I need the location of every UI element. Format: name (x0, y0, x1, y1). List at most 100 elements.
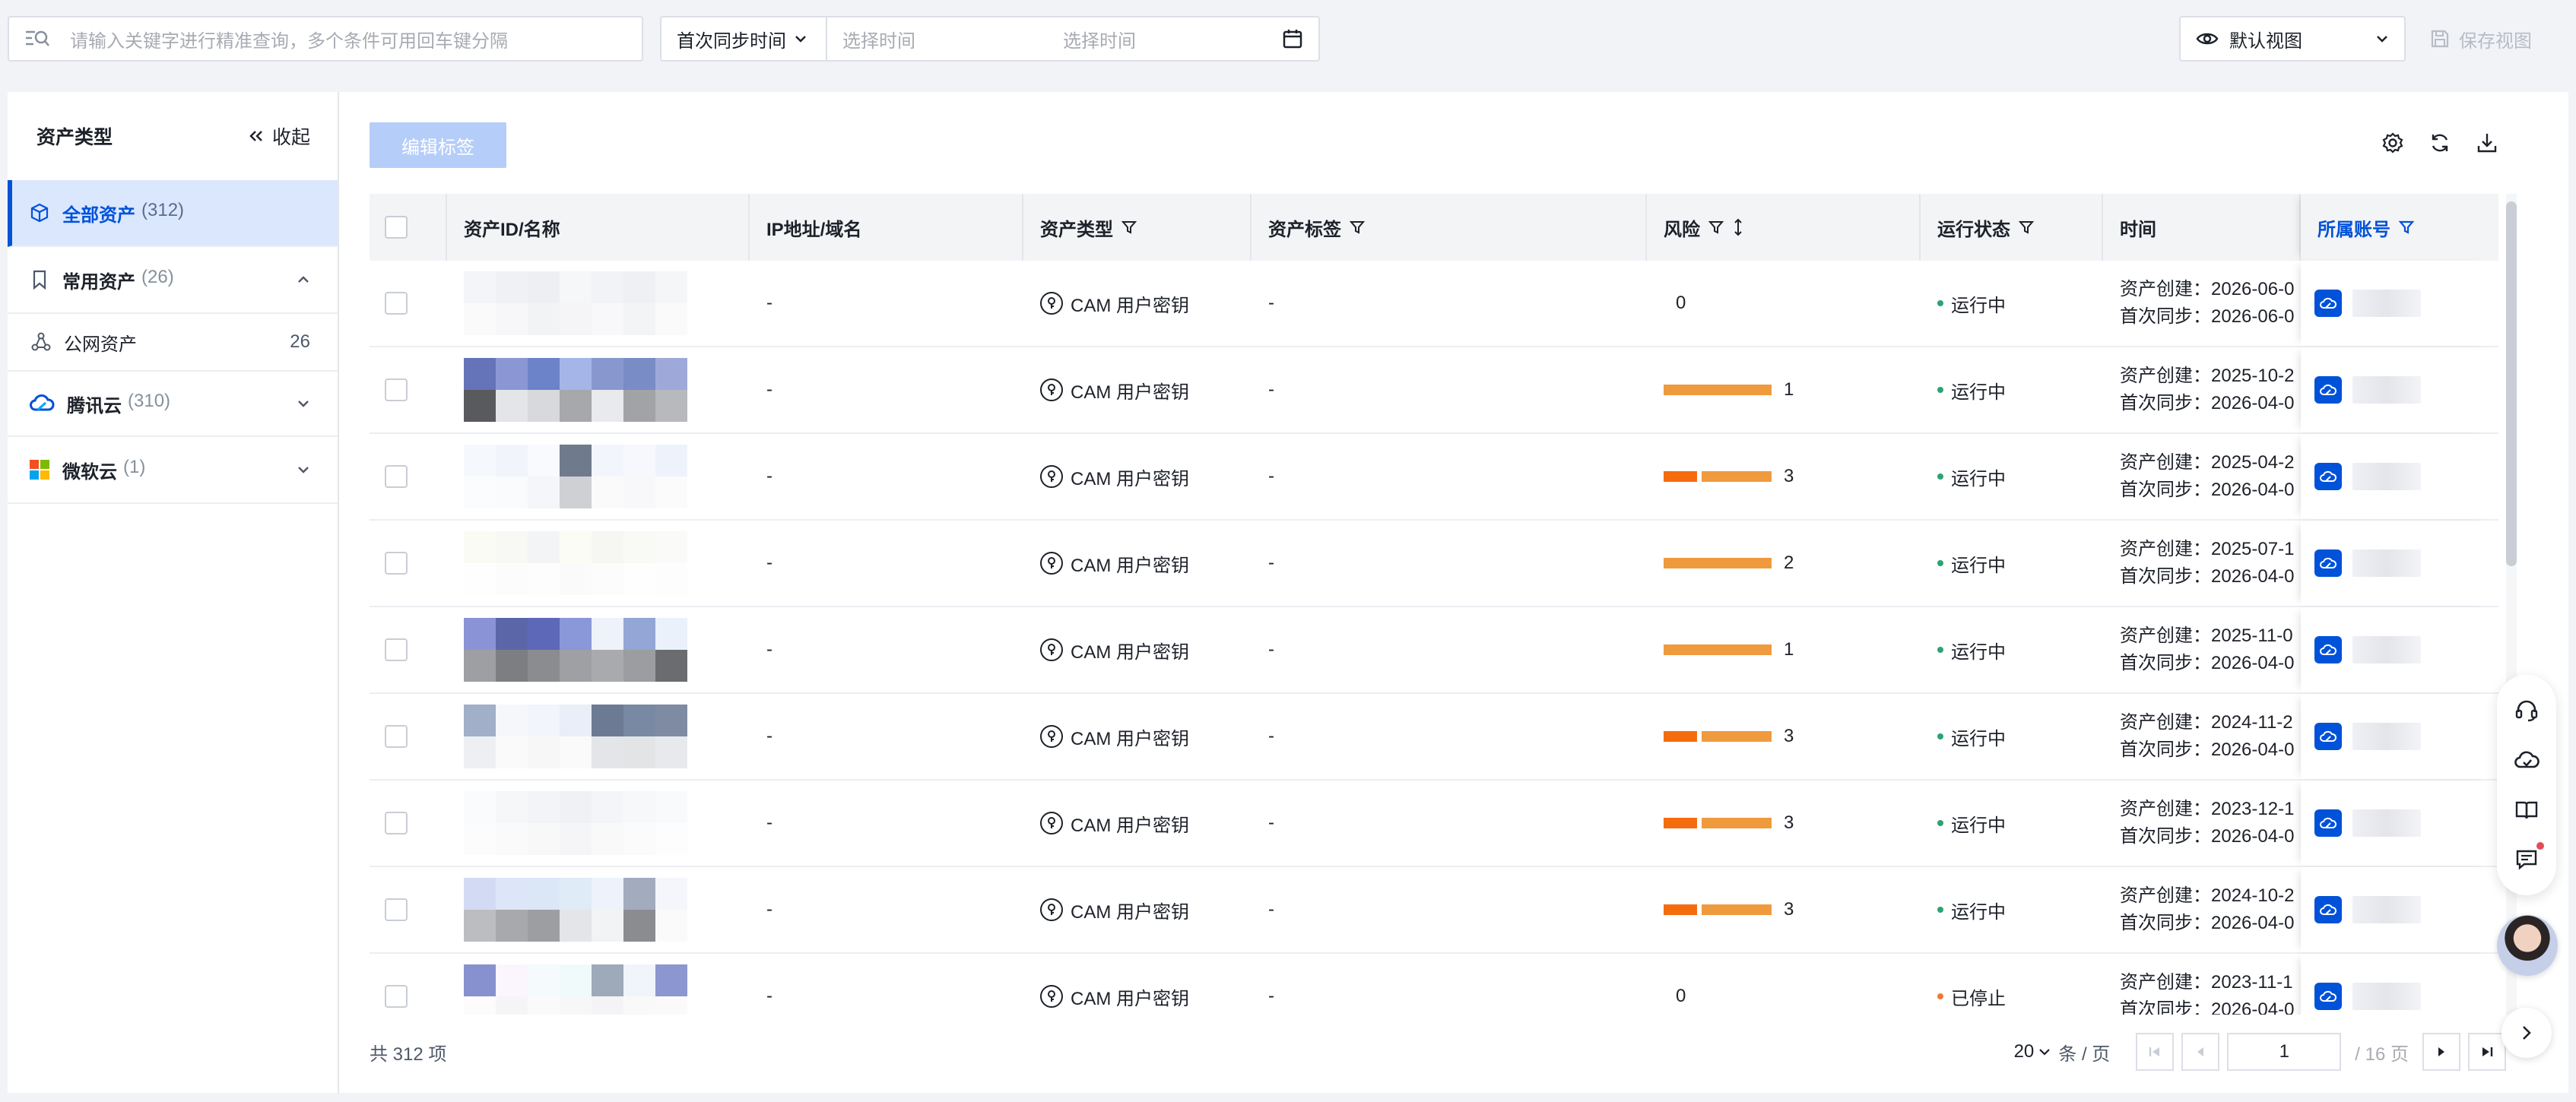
customer-service-icon[interactable] (2514, 698, 2540, 724)
date-start-input[interactable]: 选择时间 (842, 26, 1063, 52)
row-checkbox[interactable] (385, 638, 408, 661)
row-checkbox[interactable] (385, 725, 408, 748)
asset-id-cell[interactable] (447, 607, 750, 692)
save-view-button[interactable]: 保存视图 (2430, 16, 2532, 62)
cloud-service-icon[interactable] (2514, 747, 2540, 773)
row-checkbox[interactable] (385, 378, 408, 401)
asset-id-cell[interactable] (447, 694, 750, 779)
asset-id-cell[interactable] (447, 261, 750, 346)
book-icon[interactable] (2514, 797, 2540, 823)
scrollbar-thumb[interactable] (2506, 201, 2517, 566)
row-checkbox[interactable] (385, 292, 408, 315)
risk-cell[interactable]: 0 (1647, 261, 1921, 346)
account-cell[interactable] (2301, 347, 2491, 432)
filter-active-icon[interactable] (2398, 219, 2415, 236)
assistant-avatar[interactable] (2497, 915, 2558, 976)
redacted-account (2352, 809, 2421, 837)
risk-bar (1664, 385, 1772, 395)
account-cell[interactable] (2301, 521, 2491, 606)
status-text: 运行中 (1951, 641, 2006, 663)
table-row[interactable]: - CAM 用户密钥 - 0 已停止 资产创建：2023-11-1 首次同步：2… (370, 954, 2498, 1015)
status-cell: 运行中 (1921, 607, 2103, 692)
asset-id-cell[interactable] (447, 954, 750, 1015)
row-checkbox[interactable] (385, 812, 408, 834)
asset-id-cell[interactable] (447, 521, 750, 606)
sort-icon[interactable] (1732, 218, 1744, 236)
view-select[interactable]: 默认视图 (2179, 16, 2406, 62)
account-cell[interactable] (2301, 954, 2491, 1015)
time-cell: 资产创建：2023-11-1 首次同步：2026-04-0 (2103, 954, 2301, 1015)
account-cell[interactable] (2301, 867, 2491, 952)
row-checkbox[interactable] (385, 552, 408, 575)
sidebar-item-favorites[interactable]: 常用资产 (26) (8, 247, 338, 314)
redacted-account (2352, 376, 2421, 404)
asset-id-cell[interactable] (447, 434, 750, 519)
risk-cell[interactable]: 0 (1647, 954, 1921, 1015)
table-row[interactable]: - CAM 用户密钥 - 3 运行中 资产创建：2025-04-2 首次同步：2… (370, 434, 2498, 521)
download-icon[interactable] (2476, 131, 2498, 154)
account-cell[interactable] (2301, 607, 2491, 692)
settings-icon[interactable] (2381, 131, 2404, 154)
row-checkbox[interactable] (385, 898, 408, 921)
page-number-input[interactable]: 1 (2227, 1033, 2342, 1071)
date-range-picker[interactable]: 选择时间 选择时间 (827, 26, 1318, 52)
sidebar-item-tencent-cloud[interactable]: 腾讯云 (310) (8, 370, 338, 437)
table-row[interactable]: - CAM 用户密钥 - 0 运行中 资产创建：2026-06-0 首次同步：2… (370, 261, 2498, 347)
table-row[interactable]: - CAM 用户密钥 - 3 运行中 资产创建：2023-12-1 首次同步：2… (370, 781, 2498, 867)
table-row[interactable]: - CAM 用户密钥 - 2 运行中 资产创建：2025-07-1 首次同步：2… (370, 521, 2498, 607)
account-cell[interactable] (2301, 694, 2491, 779)
risk-cell[interactable]: 3 (1647, 781, 1921, 866)
page-size-select[interactable]: 20 (2014, 1041, 2051, 1062)
first-sync-time: 首次同步：2026-04-0 (2120, 826, 2295, 847)
asset-id-cell[interactable] (447, 867, 750, 952)
risk-cell[interactable]: 1 (1647, 347, 1921, 432)
asset-type-sidebar: 资产类型 收起 全部资产 (312) 常用资产 (26) 公网资产 26 腾讯云… (8, 92, 339, 1093)
account-cell[interactable] (2301, 781, 2491, 866)
sidebar-item-all-assets[interactable]: 全部资产 (312) (8, 180, 338, 247)
prev-page-button[interactable] (2181, 1033, 2220, 1071)
risk-cell[interactable]: 3 (1647, 434, 1921, 519)
risk-cell[interactable]: 2 (1647, 521, 1921, 606)
filter-icon[interactable] (1708, 219, 1724, 236)
select-all-checkbox[interactable] (385, 216, 408, 239)
account-cell[interactable] (2301, 261, 2491, 346)
table-row[interactable]: - CAM 用户密钥 - 1 运行中 资产创建：2025-10-2 首次同步：2… (370, 347, 2498, 434)
risk-cell[interactable]: 1 (1647, 607, 1921, 692)
asset-id-cell[interactable] (447, 347, 750, 432)
first-page-button[interactable] (2136, 1033, 2175, 1071)
risk-cell[interactable]: 3 (1647, 694, 1921, 779)
sidebar-item-public-assets[interactable]: 公网资产 26 (8, 314, 338, 370)
search-input[interactable]: 请输入关键字进行精准查询，多个条件可用回车键分隔 (8, 16, 643, 62)
chevron-up-icon[interactable] (297, 275, 310, 284)
edit-tag-button[interactable]: 编辑标签 (370, 122, 506, 168)
risk-cell[interactable]: 3 (1647, 867, 1921, 952)
table-footer: 共 312 项 20 条 / 页 1 / 16 页 (370, 1025, 2506, 1078)
asset-type-cell: CAM 用户密钥 (1023, 781, 1252, 866)
account-cell[interactable] (2301, 434, 2491, 519)
last-page-button[interactable] (2468, 1033, 2506, 1071)
redacted-asset-id (464, 358, 687, 422)
time-cell: 资产创建：2024-11-2 首次同步：2026-04-0 (2103, 694, 2301, 779)
chevron-down-icon[interactable] (297, 399, 310, 408)
refresh-icon[interactable] (2428, 131, 2451, 154)
sidebar-item-count: (312) (141, 199, 185, 220)
table-row[interactable]: - CAM 用户密钥 - 3 运行中 资产创建：2024-11-2 首次同步：2… (370, 694, 2498, 781)
calendar-icon[interactable] (1282, 28, 1303, 49)
row-checkbox[interactable] (385, 465, 408, 488)
filter-icon[interactable] (2018, 219, 2035, 236)
collapse-button[interactable]: 收起 (248, 122, 310, 150)
next-page-button[interactable] (2422, 1033, 2460, 1071)
asset-id-cell[interactable] (447, 781, 750, 866)
table-row[interactable]: - CAM 用户密钥 - 1 运行中 资产创建：2025-11-0 首次同步：2… (370, 607, 2498, 694)
expand-arrow-button[interactable] (2501, 1008, 2552, 1058)
row-checkbox[interactable] (385, 985, 408, 1008)
time-field-select[interactable]: 首次同步时间 (661, 17, 827, 60)
table-row[interactable]: - CAM 用户密钥 - 3 运行中 资产创建：2024-10-2 首次同步：2… (370, 867, 2498, 954)
filter-icon[interactable] (1349, 219, 1366, 236)
asset-tag-cell: - (1268, 899, 1274, 920)
sidebar-item-microsoft-cloud[interactable]: 微软云 (1) (8, 437, 338, 504)
date-end-input[interactable]: 选择时间 (1063, 26, 1282, 52)
filter-icon[interactable] (1121, 219, 1137, 236)
chevron-down-icon[interactable] (297, 465, 310, 474)
feedback-button[interactable] (2514, 842, 2544, 872)
